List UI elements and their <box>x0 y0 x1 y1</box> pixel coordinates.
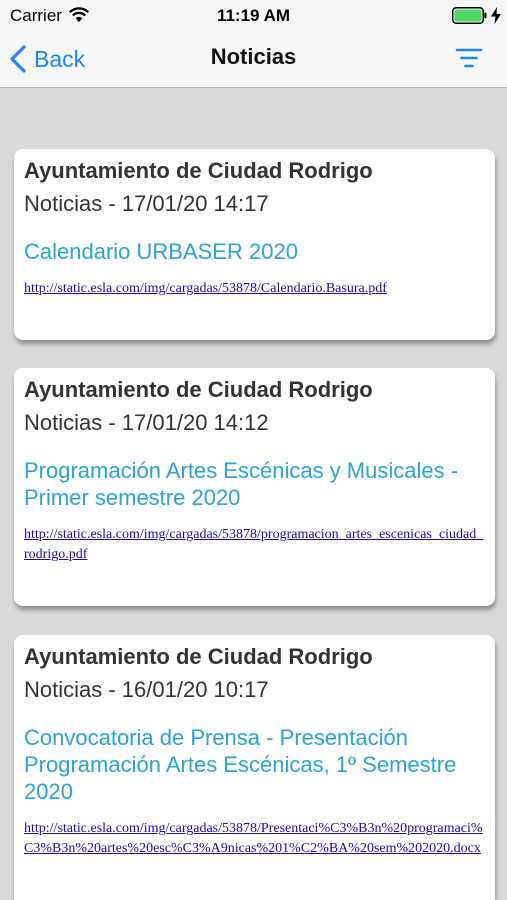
news-meta: Noticias - 17/01/20 14:17 <box>24 191 269 216</box>
battery-icon <box>452 7 487 24</box>
status-bar: Carrier 11:19 AM <box>0 0 507 30</box>
news-card[interactable]: Ayuntamiento de Ciudad Rodrigo Noticias … <box>14 149 495 340</box>
news-title[interactable]: Convocatoria de Prensa - Presentación Pr… <box>24 724 485 805</box>
page-title: Noticias <box>210 44 297 69</box>
news-card[interactable]: Ayuntamiento de Ciudad Rodrigo Noticias … <box>14 368 495 606</box>
news-link[interactable]: http://static.esla.com/img/cargadas/5387… <box>24 819 485 859</box>
charging-bolt-icon <box>491 7 501 24</box>
filter-icon[interactable] <box>454 46 484 70</box>
news-meta: Noticias - 17/01/20 14:12 <box>24 410 269 435</box>
news-title[interactable]: Programación Artes Escénicas y Musicales… <box>24 457 485 511</box>
status-time: 11:19 AM <box>216 6 291 25</box>
news-link[interactable]: http://static.esla.com/img/cargadas/5387… <box>24 279 485 299</box>
news-meta: Noticias - 16/01/20 10:17 <box>24 677 269 702</box>
news-source: Ayuntamiento de Ciudad Rodrigo <box>24 158 373 183</box>
news-link[interactable]: http://static.esla.com/img/cargadas/5387… <box>24 525 485 565</box>
news-title[interactable]: Calendario URBASER 2020 <box>24 238 485 265</box>
navigation-bar: Back Noticias <box>0 30 507 88</box>
news-card[interactable]: Ayuntamiento de Ciudad Rodrigo Noticias … <box>14 635 495 900</box>
news-source: Ayuntamiento de Ciudad Rodrigo <box>24 377 373 402</box>
news-source: Ayuntamiento de Ciudad Rodrigo <box>24 644 373 669</box>
